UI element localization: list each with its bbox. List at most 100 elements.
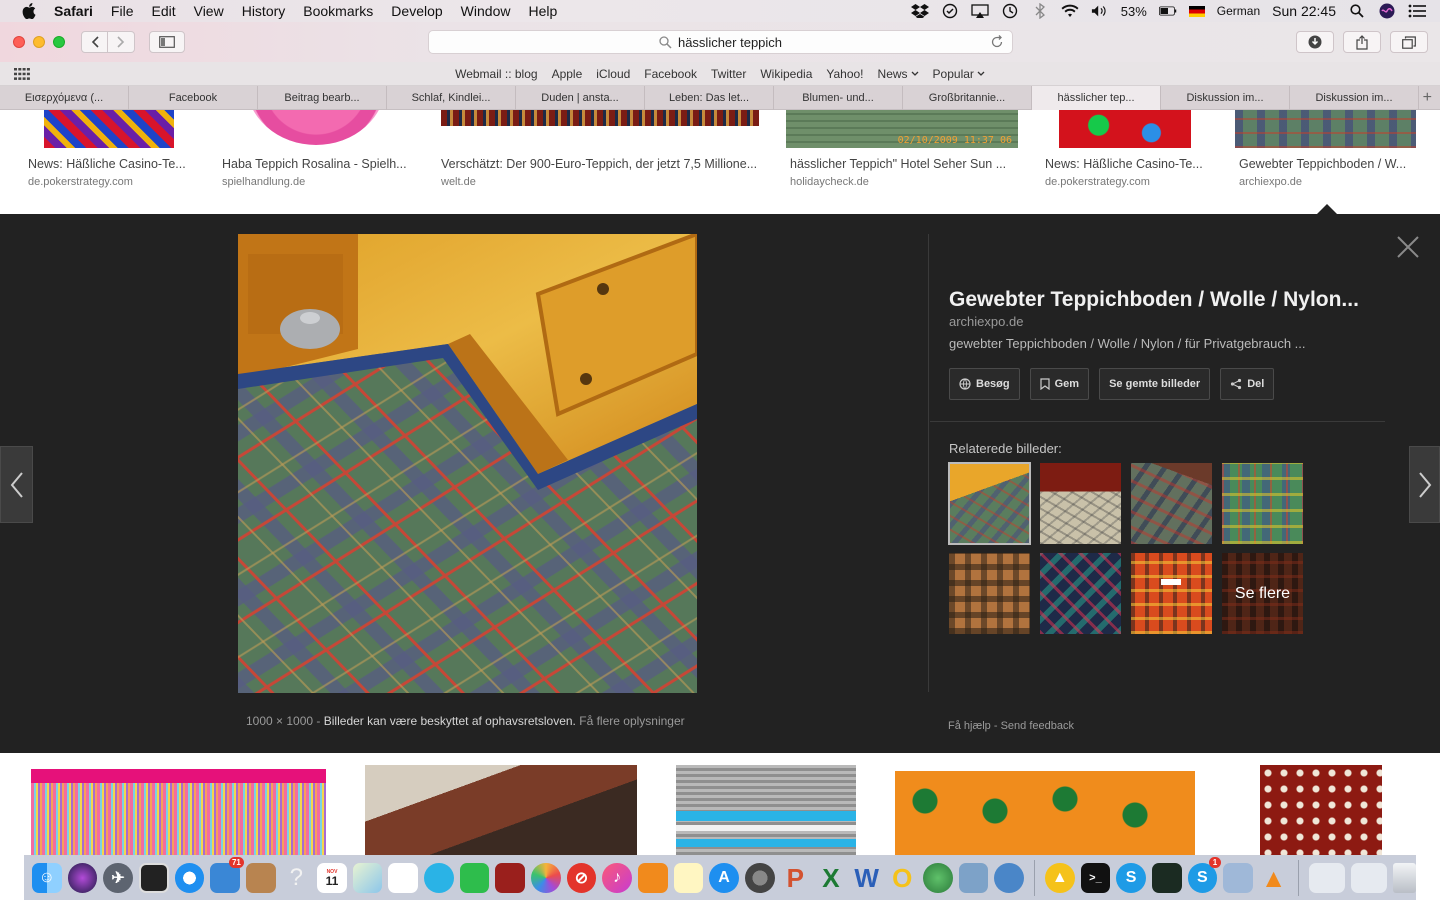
music-icon[interactable]: ♪	[602, 863, 632, 893]
more-info-link[interactable]: Få flere oplysninger	[579, 714, 684, 728]
outlook-icon[interactable]: O	[887, 863, 917, 893]
result-title[interactable]: Gewebter Teppichboden / W...	[1239, 157, 1415, 171]
view-saved-images-button[interactable]: Se gemte billeder	[1099, 368, 1211, 400]
tab-grossbritannien[interactable]: Großbritannie...	[903, 86, 1032, 110]
activity-monitor-icon[interactable]	[138, 863, 169, 893]
share-button[interactable]	[1343, 31, 1381, 53]
related-image[interactable]	[1222, 463, 1303, 544]
menu-history[interactable]: History	[242, 3, 286, 19]
result-card[interactable]: News: Häßliche Casino-Te... de.pokerstra…	[1041, 110, 1211, 188]
result-thumbnail[interactable]	[365, 765, 637, 855]
result-title[interactable]: hässlicher Teppich" Hotel Seher Sun ...	[790, 157, 1018, 171]
terminal-icon[interactable]: >_	[1080, 863, 1111, 893]
battery-icon[interactable]	[1158, 3, 1177, 19]
favorites-grid-icon[interactable]	[14, 68, 30, 80]
related-image[interactable]	[1131, 463, 1212, 544]
reminders-icon[interactable]	[388, 863, 419, 893]
apple-menu-icon[interactable]	[20, 2, 38, 20]
safari-app-icon[interactable]	[174, 863, 205, 893]
favorite-apple[interactable]: Apple	[552, 67, 583, 81]
tab-facebook[interactable]: Facebook	[129, 86, 258, 110]
result-thumbnail[interactable]	[676, 765, 856, 855]
tab-beitrag[interactable]: Beitrag bearb...	[258, 86, 387, 110]
vlc-icon[interactable]: ▲	[1259, 863, 1289, 893]
result-thumbnail[interactable]	[218, 110, 413, 148]
tab-inbox[interactable]: Εισερχόμενα (...	[0, 86, 129, 110]
result-title[interactable]: Verschätzt: Der 900-Euro-Teppich, der je…	[441, 157, 762, 171]
migration-assistant-icon[interactable]	[958, 863, 989, 893]
result-thumbnail[interactable]	[44, 110, 174, 148]
menu-view[interactable]: View	[194, 3, 224, 19]
users-icon[interactable]	[994, 863, 1024, 893]
finder-icon[interactable]: ☺	[32, 863, 62, 893]
menu-safari[interactable]: Safari	[54, 3, 93, 19]
menu-develop[interactable]: Develop	[391, 3, 442, 19]
minimize-window-button[interactable]	[33, 36, 45, 48]
launchpad-icon[interactable]: ✈	[103, 863, 133, 893]
news-app-icon[interactable]: ⊘	[566, 863, 597, 893]
console-icon[interactable]	[1151, 863, 1182, 893]
photos-icon[interactable]	[531, 863, 561, 893]
favorite-yahoo[interactable]: Yahoo!	[826, 67, 863, 81]
related-image[interactable]	[1040, 553, 1121, 634]
visit-button[interactable]: Besøg	[949, 368, 1020, 400]
favorite-popular-folder[interactable]: Popular	[933, 67, 985, 81]
see-more-related-button[interactable]: Se flere	[1222, 553, 1303, 634]
dropbox-icon[interactable]	[910, 3, 929, 19]
back-button[interactable]	[81, 31, 108, 53]
result-thumbnail[interactable]	[1059, 110, 1191, 148]
mail-app-icon[interactable]: 71	[210, 857, 244, 893]
related-image[interactable]	[949, 553, 1030, 634]
favorite-twitter[interactable]: Twitter	[711, 67, 746, 81]
favorite-webmail[interactable]: Webmail :: blog	[455, 67, 537, 81]
skype-badge-icon[interactable]: S 1	[1187, 857, 1222, 893]
time-machine-icon[interactable]	[1001, 3, 1019, 19]
related-image[interactable]	[948, 462, 1031, 545]
menu-window[interactable]: Window	[461, 3, 511, 19]
documents-stack-icon[interactable]	[1351, 863, 1387, 893]
sidebar-toggle-button[interactable]	[149, 31, 185, 53]
result-title[interactable]: News: Häßliche Casino-Te...	[1045, 157, 1211, 171]
trash-icon[interactable]	[1392, 863, 1417, 893]
result-card[interactable]: Haba Teppich Rosalina - Spielh... spielh…	[218, 110, 413, 188]
result-card[interactable]: Gewebter Teppichboden / W... archiexpo.d…	[1235, 110, 1416, 188]
preview-app-icon[interactable]	[1223, 863, 1253, 893]
preview-title[interactable]: Gewebter Teppichboden / Wolle / Nylon...	[949, 288, 1369, 312]
notification-center-icon[interactable]	[1408, 3, 1426, 19]
menu-bookmarks[interactable]: Bookmarks	[303, 3, 373, 19]
result-thumbnail[interactable]	[1235, 110, 1416, 148]
volume-icon[interactable]	[1091, 3, 1109, 19]
result-title[interactable]: Haba Teppich Rosalina - Spielh...	[222, 157, 413, 171]
zoom-window-button[interactable]	[53, 36, 65, 48]
downloads-stack-icon[interactable]	[1309, 863, 1345, 893]
menu-clock[interactable]: Sun 22:45	[1272, 3, 1336, 19]
related-image[interactable]	[1131, 553, 1212, 634]
tab-duden[interactable]: Duden | ansta...	[516, 86, 645, 110]
result-card[interactable]: Verschätzt: Der 900-Euro-Teppich, der je…	[437, 110, 762, 188]
tab-diskussion-2[interactable]: Diskussion im...	[1290, 86, 1419, 110]
skype-icon[interactable]: S	[1116, 863, 1146, 893]
messages-icon[interactable]	[424, 863, 454, 893]
siri-icon[interactable]	[1378, 3, 1396, 19]
result-thumbnail[interactable]	[895, 771, 1195, 855]
input-language[interactable]: German	[1217, 4, 1260, 18]
preview-image[interactable]	[238, 234, 697, 693]
result-thumbnail[interactable]	[437, 110, 762, 148]
result-title[interactable]: News: Häßliche Casino-Te...	[28, 157, 193, 171]
result-thumbnail[interactable]	[31, 769, 326, 855]
result-card[interactable]: News: Häßliche Casino-Te... de.pokerstra…	[28, 110, 193, 188]
tab-haesslicher-teppich[interactable]: hässlicher tep...	[1032, 86, 1161, 110]
tab-diskussion-1[interactable]: Diskussion im...	[1161, 86, 1290, 110]
facetime-icon[interactable]	[459, 863, 490, 893]
result-thumbnail[interactable]: 02/10/2009 11:37 06	[786, 110, 1018, 148]
favorite-icloud[interactable]: iCloud	[596, 67, 630, 81]
excel-icon[interactable]: X	[816, 863, 846, 893]
photo-booth-icon[interactable]	[495, 863, 526, 893]
books-icon[interactable]	[637, 863, 668, 893]
address-bar[interactable]: hässlicher teppich	[428, 30, 1013, 54]
menu-file[interactable]: File	[111, 3, 134, 19]
maps-icon[interactable]	[352, 863, 383, 893]
german-flag-icon[interactable]	[1188, 5, 1205, 17]
airplay-icon[interactable]	[971, 3, 989, 19]
share-image-button[interactable]: Del	[1220, 368, 1275, 400]
